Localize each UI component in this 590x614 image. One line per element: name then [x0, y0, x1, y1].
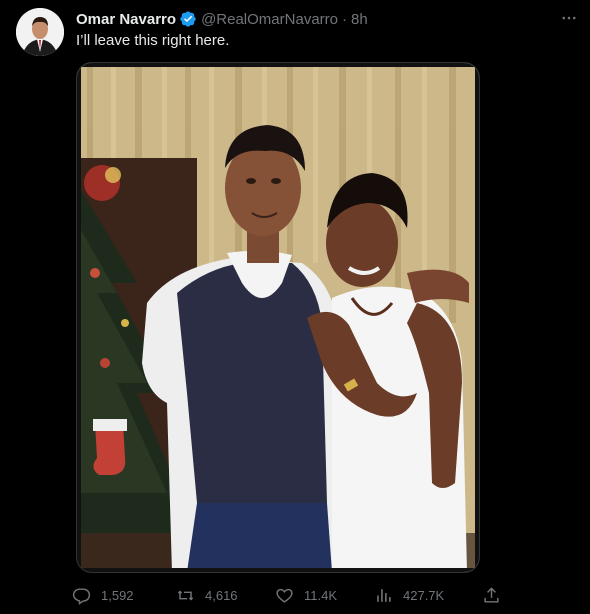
like-count: 11.4K: [304, 587, 338, 603]
tweet[interactable]: Omar Navarro @RealOmarNavarro · 8h I’ll …: [0, 0, 590, 614]
retweet-button[interactable]: 4,616: [176, 584, 238, 606]
display-name[interactable]: Omar Navarro: [76, 11, 176, 28]
analytics-icon: [377, 588, 391, 602]
reply-count: 1,592: [101, 587, 134, 603]
verified-badge-icon: [179, 10, 197, 28]
timestamp[interactable]: 8h: [351, 11, 368, 28]
user-handle[interactable]: @RealOmarNavarro: [201, 11, 338, 28]
retweet-icon: [177, 590, 194, 600]
retweet-count: 4,616: [205, 587, 238, 603]
tweet-actions: 1,592 4,616 11.4K 427.7K: [72, 584, 502, 606]
tweet-photo[interactable]: [76, 62, 480, 573]
avatar-image: [16, 8, 64, 56]
like-button[interactable]: 11.4K: [275, 584, 337, 606]
heart-icon: [276, 588, 293, 603]
tweet-text: I’ll leave this right here.: [76, 32, 230, 49]
separator-dot: ·: [342, 10, 347, 28]
avatar[interactable]: [16, 8, 64, 56]
reply-button[interactable]: 1,592: [72, 584, 134, 606]
photo-icon: [77, 63, 479, 572]
share-button[interactable]: [482, 584, 501, 606]
reply-icon: [72, 587, 91, 605]
more-options-icon[interactable]: [558, 8, 580, 28]
views-count: 427.7K: [403, 587, 445, 603]
share-icon: [484, 586, 499, 603]
tweet-header: Omar Navarro @RealOmarNavarro · 8h: [76, 9, 368, 29]
views-button[interactable]: 427.7K: [374, 584, 444, 606]
